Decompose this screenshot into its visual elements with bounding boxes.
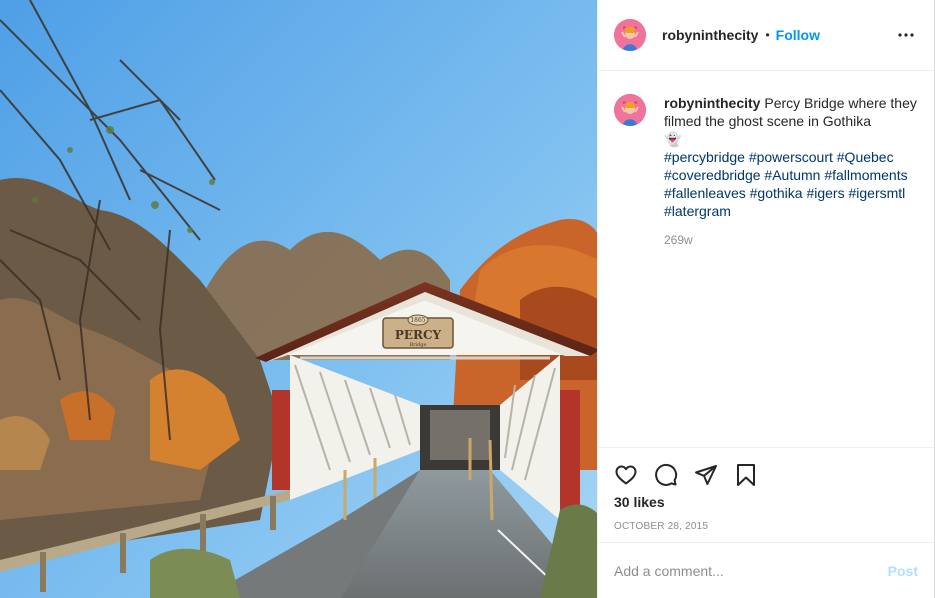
hashtag[interactable]: #Quebec [837,149,894,165]
caption-row: robyninthecity Percy Bridge where they f… [614,94,918,220]
caption-text: robyninthecity Percy Bridge where they f… [664,94,918,220]
instagram-post: 1865 PERCY Bridge robyninthecity • Follo… [0,0,935,598]
caption-age[interactable]: 269w [664,233,918,247]
bookmark-icon [737,464,755,486]
header-username[interactable]: robyninthecity [662,27,758,43]
comment-button[interactable] [654,463,678,487]
comments-area: robyninthecity Percy Bridge where they f… [598,71,934,447]
post-date[interactable]: OCTOBER 28, 2015 [614,521,918,532]
sign-name: PERCY [395,328,442,342]
follow-button[interactable]: Follow [776,27,820,43]
header-separator: • [765,28,770,42]
ghost-emoji: 👻 [664,131,682,147]
avatar-figure-icon [614,19,646,51]
hashtag[interactable]: #igersmtl [848,185,905,201]
hashtag[interactable]: #fallenleaves [664,185,746,201]
post-photo[interactable]: 1865 PERCY Bridge [0,0,598,598]
hashtag-list: #percybridge #powerscourt #Quebec #cover… [664,148,918,220]
likes-count[interactable]: 30 likes [614,494,918,510]
sign-sub: Bridge [409,342,426,348]
add-comment-bar: Post [598,542,934,598]
more-horizontal-icon [898,33,914,37]
hashtag[interactable]: #powerscourt [749,149,833,165]
hashtag[interactable]: #gothika [750,185,803,201]
post-comment-button[interactable]: Post [888,563,918,579]
avatar-figure-icon [614,94,646,126]
actions-section: 30 likes OCTOBER 28, 2015 [598,447,934,542]
share-icon [695,465,717,485]
sign-year: 1865 [410,317,425,324]
caption-avatar[interactable] [614,94,646,126]
comment-icon [655,463,678,486]
hashtag[interactable]: #latergram [664,203,731,219]
hashtag[interactable]: #percybridge [664,149,745,165]
heart-icon [615,465,637,485]
caption-username[interactable]: robyninthecity [664,95,760,111]
action-bar [614,448,918,498]
hashtag[interactable]: #coveredbridge [664,167,761,183]
comment-input[interactable] [614,562,880,579]
more-options-button[interactable] [894,23,918,47]
post-header: robyninthecity • Follow [598,0,934,71]
hashtag[interactable]: #Autumn [764,167,820,183]
hashtag[interactable]: #igers [806,185,844,201]
post-side-panel: robyninthecity • Follow robyninthecity P… [598,0,934,598]
like-button[interactable] [614,463,638,487]
share-button[interactable] [694,463,718,487]
covered-bridge-photo: 1865 PERCY Bridge [0,0,597,598]
save-button[interactable] [734,463,758,487]
author-avatar[interactable] [614,19,646,51]
hashtag[interactable]: #fallmoments [824,167,907,183]
